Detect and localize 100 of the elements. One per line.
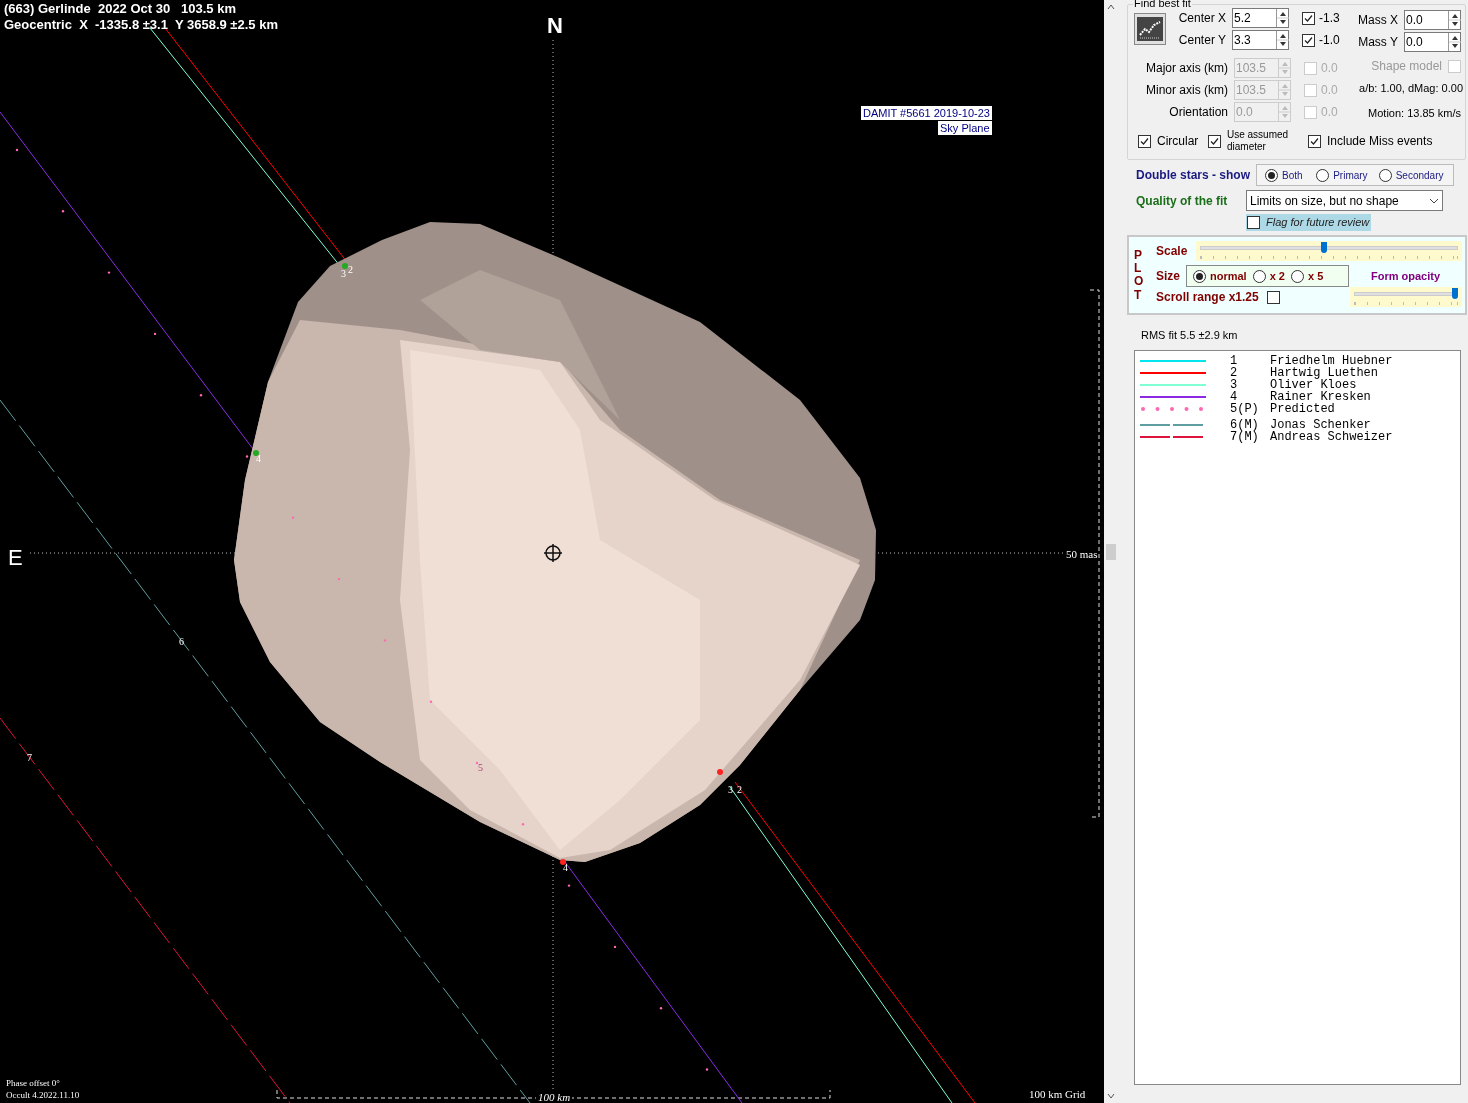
offset-value: -1.0 bbox=[1319, 32, 1340, 49]
plot-heading: PLOT bbox=[1134, 249, 1145, 304]
chord-label: 4 bbox=[563, 862, 568, 873]
scroll-thumb[interactable] bbox=[1106, 543, 1116, 560]
chord-label: 5 bbox=[478, 762, 483, 773]
observer-name: Andreas Schweizer bbox=[1270, 430, 1393, 443]
observer-number: 4 bbox=[1230, 390, 1238, 403]
chart-icon bbox=[1137, 17, 1163, 41]
checkbox[interactable] bbox=[1208, 134, 1221, 148]
chord-label: 4 bbox=[256, 453, 261, 464]
observer-name: Jonas Schenker bbox=[1270, 418, 1371, 431]
chord-label: 7 bbox=[27, 752, 32, 763]
section-label: Quality of the fit bbox=[1136, 192, 1229, 210]
checkbox[interactable] bbox=[1302, 33, 1315, 47]
field-label: Major axis (km) bbox=[1145, 60, 1229, 77]
scale-label: 100 km bbox=[536, 1091, 573, 1103]
checkbox[interactable] bbox=[1266, 290, 1280, 304]
spin-buttons[interactable] bbox=[1276, 31, 1288, 49]
quality-dropdown[interactable]: Limits on size, but no shape bbox=[1246, 190, 1443, 211]
radio-label: Primary bbox=[1333, 168, 1368, 183]
observer-number: 7(M) bbox=[1230, 430, 1260, 443]
radio-button[interactable] bbox=[1378, 168, 1392, 182]
crosshair-icon bbox=[543, 543, 563, 563]
radio-button[interactable] bbox=[1316, 168, 1330, 182]
east-label: E bbox=[8, 546, 23, 570]
observer-number: 5(P) bbox=[1230, 402, 1260, 415]
checkbox-label: Circular bbox=[1157, 133, 1199, 150]
motion-text: Motion: 13.85 km/s bbox=[1368, 105, 1461, 121]
number-field[interactable]: 5.2 bbox=[1232, 8, 1289, 28]
event-marker bbox=[717, 769, 723, 775]
observer-number: 2 bbox=[1230, 366, 1239, 379]
field-label: Minor axis (km) bbox=[1145, 82, 1229, 99]
radio-group-label: Size bbox=[1156, 268, 1181, 285]
projection-label: Sky Plane bbox=[938, 121, 992, 135]
chord-label: 2 bbox=[737, 784, 742, 795]
checkbox[interactable] bbox=[1302, 11, 1315, 25]
scale-label: 50 mas bbox=[1066, 548, 1098, 560]
radio-label: x 2 bbox=[1269, 268, 1285, 284]
offset-value: -1.3 bbox=[1319, 10, 1340, 27]
chord-label: 2 bbox=[348, 264, 353, 275]
radio-label: Secondary bbox=[1395, 168, 1444, 183]
observer-name: Rainer Kresken bbox=[1270, 390, 1371, 403]
flag-option[interactable]: Flag for future review bbox=[1246, 214, 1371, 231]
plot-coordinates: Geocentric X -1335.8 ±3.1 Y 3658.9 ±2.5 km bbox=[4, 17, 278, 33]
checkbox-label: Use assumed diameter bbox=[1227, 129, 1290, 153]
radio-label: x 5 bbox=[1308, 268, 1324, 284]
version-label: Occult 4.2022.11.10 bbox=[6, 1089, 80, 1101]
number-field[interactable]: 3.3 bbox=[1232, 30, 1289, 50]
field-label: Center Y bbox=[1177, 32, 1227, 49]
observer-number: 6(M) bbox=[1230, 418, 1260, 431]
checkbox-label: Scroll range x1.25 bbox=[1156, 289, 1259, 306]
radio-button[interactable] bbox=[1252, 269, 1266, 283]
spin-buttons[interactable] bbox=[1448, 11, 1460, 29]
observer-name: Friedhelm Huebner bbox=[1270, 354, 1393, 367]
checkbox-label: Include Miss events bbox=[1327, 133, 1433, 150]
fit-button[interactable] bbox=[1134, 13, 1166, 45]
group-title: Find best fit bbox=[1133, 0, 1192, 9]
number-field[interactable]: 0.0 bbox=[1404, 32, 1461, 52]
spin-buttons[interactable] bbox=[1448, 33, 1460, 51]
observer-number: 3 bbox=[1230, 378, 1239, 391]
field-label: Orientation bbox=[1168, 104, 1229, 121]
event-marker bbox=[253, 450, 259, 456]
field-label: Center X bbox=[1177, 10, 1227, 27]
checkbox[interactable] bbox=[1247, 216, 1260, 229]
grid-label: 100 km Grid bbox=[1029, 1088, 1086, 1100]
slider-thumb[interactable] bbox=[1451, 288, 1458, 299]
observer-number: 1 bbox=[1230, 354, 1239, 367]
field-label: Mass Y bbox=[1358, 34, 1399, 51]
event-marker bbox=[560, 859, 566, 865]
slider-label: Scale bbox=[1156, 243, 1189, 260]
event-marker bbox=[342, 263, 348, 269]
model-label: DAMIT #5661 2019-10-23 bbox=[861, 106, 992, 120]
checkbox[interactable] bbox=[1308, 134, 1321, 148]
chevron-down-icon bbox=[1429, 197, 1439, 204]
slider-thumb[interactable] bbox=[1320, 242, 1327, 253]
spin-buttons[interactable] bbox=[1276, 9, 1288, 27]
chord-label: 3 bbox=[728, 784, 733, 795]
observer-name: Oliver Kloes bbox=[1270, 378, 1357, 391]
scroll-up-icon[interactable] bbox=[1107, 4, 1115, 10]
radio-button[interactable] bbox=[1265, 168, 1278, 182]
plot-title: (663) Gerlinde 2022 Oct 30 103.5 km bbox=[4, 1, 236, 17]
observer-name: Predicted bbox=[1270, 402, 1335, 415]
offset-value: 0.0 bbox=[1321, 82, 1338, 99]
radio-button[interactable] bbox=[1291, 269, 1304, 283]
radio-label: normal bbox=[1210, 268, 1247, 284]
ratio-text: a/b: 1.00, dMag: 0.00 bbox=[1359, 80, 1463, 96]
chord-label: 6 bbox=[179, 636, 184, 647]
offset-value: 0.0 bbox=[1321, 60, 1338, 77]
offset-value: 0.0 bbox=[1321, 104, 1338, 121]
radio-label: Both bbox=[1282, 168, 1303, 183]
north-label: N bbox=[547, 14, 563, 38]
number-field[interactable]: 0.0 bbox=[1404, 10, 1461, 30]
scroll-down-icon[interactable] bbox=[1107, 1093, 1115, 1099]
phase-offset-label: Phase offset 0° bbox=[6, 1077, 60, 1089]
radio-button[interactable] bbox=[1193, 269, 1206, 283]
section-label: Double stars - show bbox=[1136, 167, 1252, 184]
checkbox[interactable] bbox=[1138, 134, 1151, 148]
rms-text: RMS fit 5.5 ±2.9 km bbox=[1141, 328, 1239, 343]
observer-name: Hartwig Luethen bbox=[1270, 366, 1379, 379]
chord-label: 3 bbox=[341, 268, 346, 279]
